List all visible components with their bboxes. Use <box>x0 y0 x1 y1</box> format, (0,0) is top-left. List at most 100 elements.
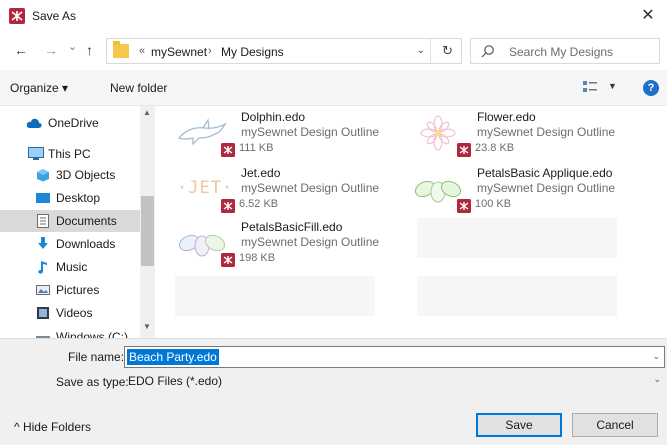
loading-placeholder <box>417 218 617 258</box>
download-icon <box>38 237 48 249</box>
file-type: mySewnet Design Outline <box>241 125 380 139</box>
file-size: 23.8 KB <box>475 142 515 154</box>
file-name-dropdown-chevron-icon[interactable]: ⌄ <box>652 351 660 362</box>
file-type: mySewnet Design Outline <box>477 125 616 139</box>
file-item-dolphin[interactable]: Dolphin.edo mySewnet Design Outline 111 … <box>169 108 409 160</box>
drive-icon <box>36 336 50 338</box>
sidebar-item-label: Pictures <box>56 283 100 297</box>
save-as-type-dropdown-chevron-icon[interactable]: ⌄ <box>653 374 661 385</box>
mysewnet-app-icon <box>9 8 25 24</box>
view-options-dropdown-icon[interactable]: ▼ <box>608 81 617 91</box>
sidebar-item-label: 3D Objects <box>56 168 116 182</box>
sidebar-item-music[interactable]: Music <box>0 256 140 278</box>
mysewnet-file-icon <box>221 199 235 213</box>
file-item-jet[interactable]: ·JET· Jet.edo mySewnet Design Outline 6.… <box>169 164 409 216</box>
breadcrumb-separator: › <box>208 45 212 57</box>
sidebar-item-label: This PC <box>48 147 91 161</box>
sidebar-item-label: Desktop <box>56 191 101 205</box>
change-view-icon[interactable] <box>583 80 597 94</box>
window-title: Save As <box>32 9 77 23</box>
sidebar-item-label: Documents <box>56 214 117 228</box>
music-icon <box>38 261 47 274</box>
up-arrow-icon[interactable]: ↑ <box>86 42 93 58</box>
document-icon <box>37 214 49 228</box>
title-bar: Save As ✕ <box>0 0 667 32</box>
sidebar-item-videos[interactable]: Videos <box>0 302 140 324</box>
search-field[interactable]: Search My Designs <box>470 38 660 64</box>
jet-thumbnail-text: ·JET· <box>177 178 234 198</box>
sidebar-item-label: Windows (C:) <box>56 330 129 338</box>
file-size: 198 KB <box>239 252 276 264</box>
scrollbar-thumb[interactable] <box>141 196 154 266</box>
search-placeholder: Search My Designs <box>509 45 614 59</box>
desktop-icon <box>36 193 50 203</box>
hide-folders-button[interactable]: ^ Hide Folders <box>14 420 91 434</box>
mysewnet-file-icon <box>457 199 471 213</box>
forward-arrow-icon[interactable]: → <box>44 42 58 58</box>
sidebar-item-documents[interactable]: Documents <box>0 210 140 232</box>
navigation-scrollbar[interactable]: ▲ ▼ <box>140 106 155 338</box>
sidebar-item-onedrive[interactable]: OneDrive <box>0 112 140 134</box>
file-name: Flower.edo <box>477 110 536 124</box>
file-size: 6.52 KB <box>239 198 279 210</box>
command-bar: Organize ▾ New folder ▼ ? <box>0 70 667 106</box>
file-item-petalsbasicfill[interactable]: PetalsBasicFill.edo mySewnet Design Outl… <box>169 218 409 270</box>
file-name: PetalsBasicFill.edo <box>241 220 343 234</box>
sidebar-item-windows-c[interactable]: Windows (C:) <box>0 326 140 338</box>
breadcrumb-my-designs[interactable]: My Designs <box>221 45 284 59</box>
mysewnet-file-icon <box>221 253 235 267</box>
file-type: mySewnet Design Outline <box>241 181 380 195</box>
address-divider <box>430 39 431 63</box>
loading-placeholder <box>175 276 375 316</box>
address-bar[interactable]: « mySewnet › My Designs ⌄ ↻ <box>106 38 462 64</box>
computer-icon <box>28 147 44 160</box>
file-list: Dolphin.edo mySewnet Design Outline 111 … <box>155 106 667 338</box>
sidebar-item-desktop[interactable]: Desktop <box>0 187 140 209</box>
refresh-icon[interactable]: ↻ <box>442 43 453 59</box>
sidebar-item-label: OneDrive <box>48 116 99 130</box>
mysewnet-file-icon <box>221 143 235 157</box>
save-as-type-value: EDO Files (*.edo) <box>128 374 223 388</box>
file-name-input[interactable]: Beach Party.edo ⌄ <box>124 346 665 368</box>
address-overflow-chevron[interactable]: « <box>139 45 145 57</box>
scroll-down-icon[interactable]: ▼ <box>143 322 151 331</box>
close-button[interactable]: ✕ <box>629 0 667 32</box>
cube-icon <box>37 169 49 182</box>
folder-icon <box>113 41 129 58</box>
file-name-value[interactable]: Beach Party.edo <box>127 349 219 365</box>
back-arrow-icon[interactable]: ← <box>14 42 28 58</box>
file-size: 111 KB <box>239 142 274 154</box>
file-name-label: File name: <box>68 350 125 364</box>
sidebar-item-label: Videos <box>56 306 93 320</box>
file-type: mySewnet Design Outline <box>477 181 616 195</box>
file-size: 100 KB <box>475 198 512 210</box>
breadcrumb-mysewnet[interactable]: mySewnet <box>151 45 207 59</box>
file-item-flower[interactable]: Flower.edo mySewnet Design Outline 23.8 … <box>405 108 645 160</box>
sidebar-item-label: Downloads <box>56 237 116 251</box>
file-name: PetalsBasic Applique.edo <box>477 166 613 180</box>
file-name: Dolphin.edo <box>241 110 306 124</box>
cancel-button[interactable]: Cancel <box>572 413 658 437</box>
save-button[interactable]: Save <box>476 413 562 437</box>
file-name: Jet.edo <box>241 166 281 180</box>
organize-menu[interactable]: Organize ▾ <box>10 81 68 95</box>
help-icon[interactable]: ? <box>643 80 659 96</box>
loading-placeholder <box>417 276 617 316</box>
address-dropdown-chevron-icon[interactable]: ⌄ <box>417 45 425 56</box>
save-as-type-label: Save as type: <box>56 375 129 389</box>
save-as-type-select[interactable]: EDO Files (*.edo) ⌄ <box>124 370 665 392</box>
sidebar-item-3d-objects[interactable]: 3D Objects <box>0 164 140 186</box>
pictures-icon <box>36 285 50 295</box>
sidebar-item-this-pc[interactable]: This PC <box>0 143 140 165</box>
new-folder-button[interactable]: New folder <box>110 81 167 95</box>
videos-icon <box>37 307 49 319</box>
scroll-up-icon[interactable]: ▲ <box>143 108 151 117</box>
mysewnet-file-icon <box>457 143 471 157</box>
navigation-pane: OneDrive This PC 3D Objects Desktop Docu… <box>0 106 155 338</box>
file-item-petalsbasic-applique[interactable]: PetalsBasic Applique.edo mySewnet Design… <box>405 164 645 216</box>
address-row: ← → ⌄ ↑ « mySewnet › My Designs ⌄ ↻ Sear… <box>0 32 667 70</box>
sidebar-item-downloads[interactable]: Downloads <box>0 233 140 255</box>
recent-locations-chevron-icon[interactable]: ⌄ <box>68 40 77 53</box>
sidebar-item-pictures[interactable]: Pictures <box>0 279 140 301</box>
save-form-panel: File name: Beach Party.edo ⌄ Save as typ… <box>0 338 667 445</box>
